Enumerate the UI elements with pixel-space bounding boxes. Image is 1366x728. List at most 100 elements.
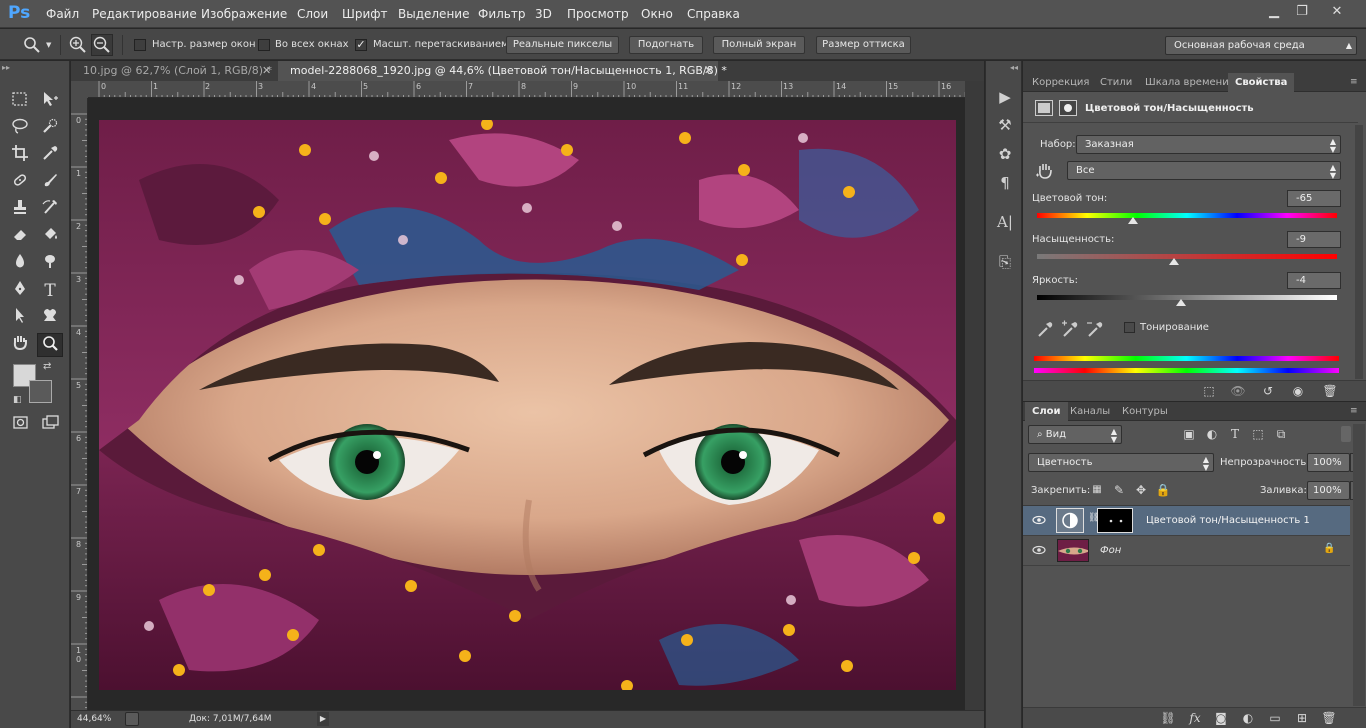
layer-filter-select[interactable]: ⌕ Вид ▲ ▼: [1028, 425, 1122, 444]
crop-tool-icon[interactable]: [7, 144, 33, 168]
menu-view[interactable]: Просмотр: [567, 7, 629, 21]
eraser-tool-icon[interactable]: [7, 225, 33, 249]
collapse-panel-icon[interactable]: ▸▸: [2, 63, 10, 72]
delete-layer-icon[interactable]: 🗑: [1320, 709, 1338, 727]
chevron-down-icon[interactable]: ▼: [46, 41, 51, 49]
fill-input[interactable]: 100%: [1307, 481, 1350, 500]
quick-mask-icon[interactable]: [7, 413, 33, 437]
ruler-origin[interactable]: [71, 81, 88, 98]
opacity-input[interactable]: 100%: [1307, 453, 1350, 472]
resize-windows-checkbox[interactable]: [134, 39, 146, 51]
all-windows-checkbox[interactable]: [258, 39, 270, 51]
visibility-icon[interactable]: ◉: [1289, 382, 1307, 400]
panel-menu-icon[interactable]: ≡: [1350, 77, 1358, 87]
screen-mode-icon[interactable]: [37, 413, 63, 437]
properties-scrollbar[interactable]: [1355, 125, 1363, 379]
dodge-tool-icon[interactable]: [37, 252, 63, 276]
tab-properties[interactable]: Свойства: [1228, 73, 1295, 92]
layer-name[interactable]: Фон: [1100, 545, 1121, 556]
path-selection-tool-icon[interactable]: [7, 306, 33, 330]
layer-row-hue-saturation[interactable]: ⛓ Цветовой тон/Насыщенность 1: [1023, 506, 1350, 536]
document-image[interactable]: [99, 120, 956, 690]
zoom-tool-icon[interactable]: [37, 333, 63, 357]
reset-icon[interactable]: ↺: [1259, 382, 1277, 400]
blur-tool-icon[interactable]: [7, 252, 33, 276]
blend-mode-select[interactable]: Цветность ▲ ▼: [1028, 453, 1214, 472]
lock-position-icon[interactable]: ✥: [1132, 481, 1150, 499]
hue-slider-track[interactable]: [1037, 213, 1337, 218]
swap-colors-icon[interactable]: ⇄: [43, 361, 51, 372]
lasso-tool-icon[interactable]: [7, 117, 33, 141]
clone-stamp-tool-icon[interactable]: [7, 198, 33, 222]
brush-tool-icon[interactable]: [37, 171, 63, 195]
menu-help[interactable]: Справка: [687, 7, 740, 21]
workspace-select[interactable]: Основная рабочая среда ▲: [1165, 36, 1357, 55]
close-tab-icon[interactable]: ✕: [704, 61, 713, 81]
healing-brush-tool-icon[interactable]: [7, 171, 33, 195]
layer-name[interactable]: Цветовой тон/Насыщенность 1: [1146, 515, 1310, 526]
add-mask-icon[interactable]: ◙: [1212, 709, 1230, 727]
new-layer-icon[interactable]: ⊞: [1293, 709, 1311, 727]
tab-document-2[interactable]: model-2288068_1920.jpg @ 44,6% (Цветовой…: [278, 61, 727, 81]
layer-style-icon[interactable]: fx: [1186, 709, 1204, 727]
on-image-adjustment-icon[interactable]: [1035, 161, 1055, 181]
layer-row-background[interactable]: Фон 🔒: [1023, 536, 1350, 566]
close-window-button[interactable]: ✕: [1326, 4, 1348, 20]
menu-3d[interactable]: 3D: [535, 7, 552, 21]
tab-paths[interactable]: Контуры: [1115, 402, 1175, 421]
zoom-level[interactable]: 44,64%: [77, 714, 111, 724]
fill-screen-button[interactable]: Полный экран: [713, 36, 805, 54]
filter-smart-object-icon[interactable]: ⧉: [1272, 425, 1290, 443]
zoom-tool-preset-icon[interactable]: [22, 35, 42, 55]
close-tab-icon[interactable]: ✕: [262, 61, 271, 81]
zoom-in-icon[interactable]: [68, 35, 88, 55]
layers-scrollbar[interactable]: [1353, 424, 1365, 706]
mask-icon[interactable]: [1059, 100, 1077, 116]
tool-presets-icon[interactable]: ⚒: [993, 114, 1017, 136]
hue-input[interactable]: -65: [1287, 190, 1341, 207]
print-size-button[interactable]: Размер оттиска: [816, 36, 911, 54]
filter-toggle[interactable]: [1341, 426, 1351, 442]
move-tool-icon[interactable]: [37, 90, 63, 114]
eyedropper-plus-icon[interactable]: [1060, 319, 1080, 339]
lightness-input[interactable]: -4: [1287, 272, 1341, 289]
background-color-swatch[interactable]: [29, 380, 52, 403]
zoom-out-icon[interactable]: [91, 34, 113, 56]
status-share-icon[interactable]: [125, 712, 139, 726]
menu-filter[interactable]: Фильтр: [478, 7, 525, 21]
link-layers-icon[interactable]: ⛓: [1159, 709, 1177, 727]
collapse-dock-icon[interactable]: ◂◂: [1010, 63, 1018, 72]
canvas-area[interactable]: [88, 98, 965, 710]
history-brush-tool-icon[interactable]: [37, 198, 63, 222]
eye-icon[interactable]: [1032, 514, 1046, 526]
saturation-slider-track[interactable]: [1037, 254, 1337, 259]
type-tool-icon[interactable]: T: [37, 279, 63, 303]
tab-channels[interactable]: Каналы: [1063, 402, 1117, 421]
filter-pixel-icon[interactable]: ▣: [1180, 425, 1198, 443]
lock-pixels-icon[interactable]: ✎: [1110, 481, 1128, 499]
actual-pixels-button[interactable]: Реальные пикселы: [506, 36, 619, 54]
saturation-input[interactable]: -9: [1287, 231, 1341, 248]
character-icon[interactable]: A|: [993, 211, 1017, 233]
lock-all-icon[interactable]: 🔒: [1154, 481, 1172, 499]
swatches-icon[interactable]: ✿: [993, 143, 1017, 165]
menu-select[interactable]: Выделение: [398, 7, 469, 21]
quick-selection-tool-icon[interactable]: [37, 117, 63, 141]
eyedropper-icon[interactable]: [1035, 319, 1055, 339]
pen-tool-icon[interactable]: [7, 279, 33, 303]
saturation-slider-thumb[interactable]: [1168, 258, 1179, 265]
history-icon[interactable]: ⎘: [993, 251, 1017, 273]
menu-file[interactable]: Файл: [46, 7, 79, 21]
paint-bucket-tool-icon[interactable]: [37, 225, 63, 249]
menu-image[interactable]: Изображение: [201, 7, 287, 21]
panel-menu-icon[interactable]: ≡: [1350, 406, 1358, 416]
preset-select[interactable]: Заказная ▲ ▼: [1076, 135, 1341, 154]
eyedropper-minus-icon[interactable]: [1085, 319, 1105, 339]
default-colors-icon[interactable]: ◧: [13, 395, 22, 405]
hand-tool-icon[interactable]: [7, 333, 33, 357]
filter-shape-icon[interactable]: ⬚: [1249, 425, 1267, 443]
colorize-checkbox[interactable]: [1124, 322, 1135, 333]
scrubby-zoom-checkbox[interactable]: ✓: [355, 39, 367, 51]
menu-type[interactable]: Шрифт: [342, 7, 388, 21]
menu-window[interactable]: Окно: [641, 7, 673, 21]
